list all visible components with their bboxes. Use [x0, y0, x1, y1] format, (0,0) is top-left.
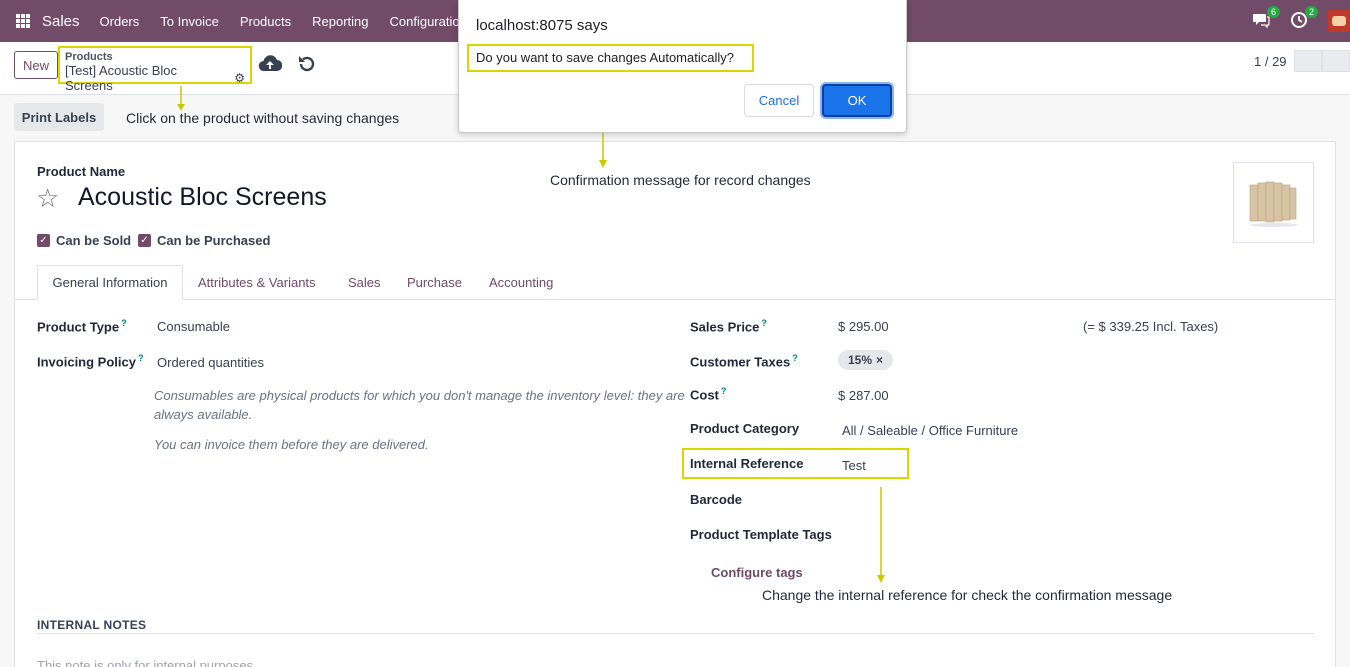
help-tooltip-icon[interactable]: ? [792, 353, 798, 363]
cost-field[interactable]: $ 287.00 [838, 388, 889, 403]
help-tooltip-icon[interactable]: ? [138, 353, 144, 363]
invoicing-policy-label: Invoicing Policy? [37, 353, 143, 369]
annotation-arrow-down [877, 487, 885, 583]
messages-badge: 6 [1266, 6, 1280, 18]
nav-item-to-invoice[interactable]: To Invoice [160, 14, 219, 29]
nav-item-orders[interactable]: Orders [100, 14, 140, 29]
gear-icon[interactable]: ⚙ [234, 71, 245, 85]
product-image[interactable] [1233, 162, 1314, 243]
pager-next-button[interactable] [1322, 50, 1350, 72]
apps-menu-icon[interactable] [16, 14, 30, 28]
tab-accounting[interactable]: Accounting [489, 275, 553, 290]
dialog-title: localhost:8075 says [476, 17, 608, 34]
cost-label-text: Cost [690, 387, 719, 403]
sales-price-field[interactable]: $ 295.00 [838, 319, 889, 334]
breadcrumb-parent-link[interactable]: Products [65, 51, 245, 63]
breadcrumb-current-label: [Test] Acoustic Bloc Screens [65, 63, 177, 93]
product-type-label: Product Type? [37, 318, 127, 334]
annotation-confirm-note: Confirmation message for record changes [550, 172, 811, 188]
nav-item-reporting[interactable]: Reporting [312, 14, 368, 29]
app-brand[interactable]: Sales [42, 13, 80, 30]
can-be-sold-label: Can be Sold [56, 233, 132, 248]
messages-icon[interactable]: 6 [1252, 6, 1280, 31]
tabs-divider [14, 299, 1336, 300]
tab-sales[interactable]: Sales [348, 275, 381, 290]
breadcrumb: Products [Test] Acoustic Bloc Screens ⚙ [58, 46, 252, 93]
configure-tags-link[interactable]: Configure tags [711, 565, 803, 580]
internal-reference-label: Internal Reference [690, 456, 804, 471]
sales-price-label: Sales Price? [690, 318, 767, 334]
browser-confirm-dialog: localhost:8075 says Do you want to save … [458, 0, 907, 133]
barcode-label: Barcode [690, 492, 743, 507]
product-name-label: Product Name [37, 164, 126, 179]
nav-item-products[interactable]: Products [240, 14, 291, 29]
product-category-field[interactable]: All / Saleable / Office Furniture [842, 423, 1018, 438]
sales-price-label-text: Sales Price [690, 319, 760, 335]
can-be-purchased-checkbox[interactable]: ✓ [138, 234, 151, 247]
activity-clock-icon[interactable]: 2 [1290, 6, 1318, 31]
tab-attributes-variants[interactable]: Attributes & Variants [198, 275, 316, 290]
customer-tax-tag[interactable]: 15% × [838, 350, 894, 370]
internal-notes-divider [37, 633, 1314, 634]
help-tooltip-icon[interactable]: ? [121, 318, 127, 328]
internal-notes-field[interactable]: This note is only for internal purposes. [37, 658, 257, 667]
internal-reference-field[interactable]: Test [842, 458, 866, 473]
breadcrumb-current: [Test] Acoustic Bloc Screens ⚙ [65, 63, 245, 93]
nav-item-configuration[interactable]: Configuration [390, 14, 467, 29]
help-tooltip-icon[interactable]: ? [761, 318, 767, 328]
cloud-upload-save-icon[interactable] [258, 53, 283, 77]
cost-label: Cost? [690, 386, 726, 402]
invoicing-help: You can invoice them before they are del… [154, 437, 429, 452]
tax-tag-label: 15% [848, 353, 873, 367]
product-template-tags-label: Product Template Tags [690, 527, 832, 542]
tab-purchase[interactable]: Purchase [407, 275, 462, 290]
can-be-purchased-label: Can be Purchased [157, 233, 271, 248]
dialog-message: Do you want to save changes Automaticall… [476, 50, 734, 65]
pager-previous-button[interactable] [1294, 50, 1322, 72]
remove-tag-icon[interactable]: × [876, 353, 883, 367]
invoicing-policy-field[interactable]: Ordered quantities [157, 355, 264, 370]
product-name-field[interactable]: Acoustic Bloc Screens [78, 183, 327, 212]
user-avatar[interactable] [1328, 10, 1350, 32]
incl-taxes-value: (= $ 339.25 Incl. Taxes) [1083, 319, 1219, 334]
new-button[interactable]: New [14, 51, 58, 79]
invoicing-policy-label-text: Invoicing Policy [37, 354, 136, 370]
pager-value[interactable]: 1 / 29 [1254, 54, 1287, 69]
help-tooltip-icon[interactable]: ? [721, 386, 727, 396]
product-type-label-text: Product Type [37, 319, 120, 335]
favorite-star-icon[interactable]: ☆ [36, 183, 59, 214]
product-type-help-line1: Consumables are physical products for wh… [154, 388, 685, 403]
customer-taxes-label-text: Customer Taxes [690, 354, 791, 370]
customer-taxes-label: Customer Taxes? [690, 353, 798, 369]
annotation-arrow-down [177, 86, 185, 111]
tab-general-information[interactable]: General Information [37, 265, 183, 300]
print-labels-button[interactable]: Print Labels [14, 103, 104, 131]
annotation-print-note: Click on the product without saving chan… [126, 110, 400, 126]
dialog-ok-button[interactable]: OK [822, 84, 892, 117]
can-be-sold-checkbox[interactable]: ✓ [37, 234, 50, 247]
discard-undo-icon[interactable] [296, 53, 318, 75]
product-type-field[interactable]: Consumable [157, 319, 230, 334]
internal-notes-title: INTERNAL NOTES [37, 618, 147, 632]
activity-badge: 2 [1304, 6, 1318, 18]
annotation-ref-note: Change the internal reference for check … [762, 587, 1173, 603]
product-type-help-line2: always available. [154, 407, 253, 422]
product-category-label: Product Category [690, 421, 800, 436]
dialog-cancel-button[interactable]: Cancel [744, 84, 814, 117]
